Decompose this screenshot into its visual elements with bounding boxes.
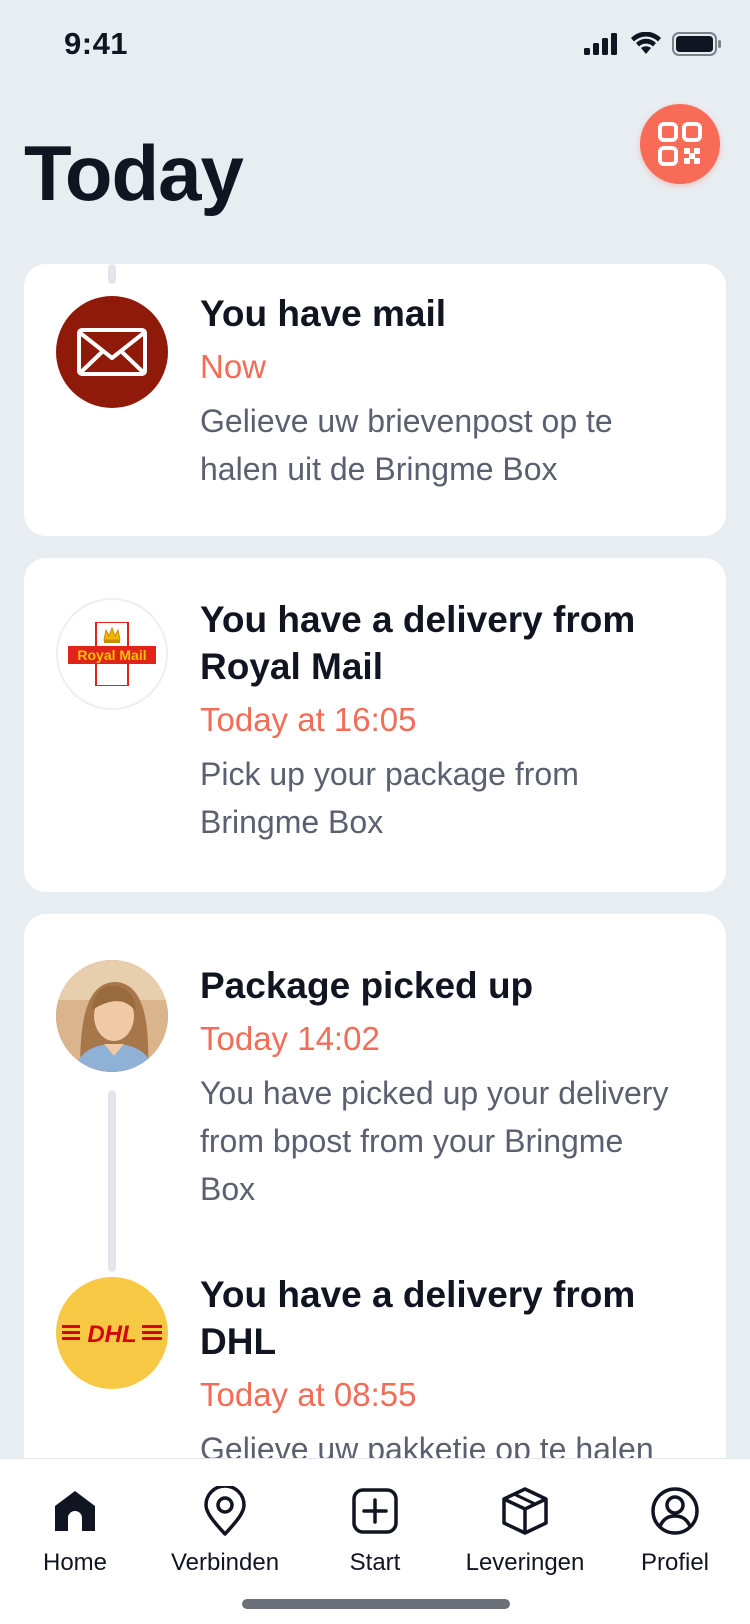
- dhl-avatar: DHL: [56, 1277, 168, 1389]
- battery-icon: [672, 32, 721, 56]
- notification-card[interactable]: Royal Mail You have a delivery from Roya…: [24, 558, 726, 892]
- feed-entry-mail: You have mail Now Gelieve uw brievenpost…: [24, 264, 726, 493]
- entry-time: Today 14:02: [200, 1020, 380, 1057]
- entry-time: Today at 16:05: [200, 701, 417, 738]
- user-photo: [56, 960, 168, 1072]
- nav-item-verbinden[interactable]: Verbinden: [150, 1483, 300, 1577]
- nav-item-leveringen[interactable]: Leveringen: [450, 1483, 600, 1577]
- envelope-icon: [77, 328, 147, 376]
- feed-entry-royal-mail: Royal Mail You have a delivery from Roya…: [24, 558, 726, 846]
- royal-mail-avatar: Royal Mail: [56, 598, 168, 710]
- nav-item-start[interactable]: Start: [300, 1483, 450, 1577]
- nav-item-home[interactable]: Home: [0, 1483, 150, 1577]
- plus-square-icon: [352, 1488, 398, 1534]
- qr-code-button[interactable]: [640, 104, 720, 184]
- page-title: Today: [24, 129, 244, 217]
- entry-time: Now: [200, 348, 267, 385]
- nav-label: Profiel: [640, 1549, 710, 1576]
- entry-title: You have a delivery from DHL: [200, 1274, 636, 1362]
- location-pin-icon: [204, 1486, 246, 1536]
- notification-card[interactable]: You have mail Now Gelieve uw brievenpost…: [24, 264, 726, 536]
- status-bar: 9:41: [0, 0, 750, 92]
- status-time: 9:41: [64, 26, 129, 61]
- feed-entry-dhl[interactable]: DHL You have a delivery from DHL Today a…: [24, 1213, 726, 1473]
- package-icon: [502, 1487, 548, 1535]
- royal-mail-logo: Royal Mail: [68, 622, 156, 686]
- app-screen: 9:41 Today You have mail Now Gelieve uw …: [0, 0, 750, 1624]
- activity-feed: You have mail Now Gelieve uw brievenpost…: [24, 264, 726, 1556]
- wifi-icon: [631, 32, 661, 54]
- mail-avatar: [56, 296, 168, 408]
- user-circle-icon: [651, 1487, 699, 1535]
- entry-title: Package picked up: [200, 965, 534, 1006]
- cellular-signal-icon: [584, 33, 617, 55]
- entry-time: Today at 08:55: [200, 1376, 417, 1413]
- entry-description: Gelieve uw brievenpost op te halen uit d…: [200, 403, 613, 487]
- nav-label: Leveringen: [465, 1549, 585, 1576]
- home-icon: [55, 1491, 95, 1531]
- royal-mail-logo-text: Royal Mail: [77, 647, 146, 663]
- entry-title: You have mail: [200, 293, 447, 334]
- notification-card[interactable]: Package picked up Today 14:02 You have p…: [24, 914, 726, 1534]
- feed-entry-picked-up[interactable]: Package picked up Today 14:02 You have p…: [24, 914, 726, 1213]
- nav-item-profiel[interactable]: Profiel: [600, 1483, 750, 1577]
- nav-label: Verbinden: [170, 1549, 280, 1576]
- entry-description: Pick up your package from Bringme Box: [200, 756, 579, 840]
- nav-label: Home: [42, 1549, 108, 1576]
- status-icons: [584, 32, 722, 56]
- nav-label: Start: [349, 1549, 401, 1576]
- entry-description: You have picked up your delivery from bp…: [200, 1075, 669, 1207]
- dhl-logo: DHL: [62, 1321, 162, 1348]
- bottom-nav: Home Verbinden Start Leveringen Profiel: [0, 1458, 750, 1624]
- entry-title: You have a delivery from Royal Mail: [200, 599, 636, 687]
- qr-code-icon: [658, 122, 702, 166]
- dhl-logo-text: DHL: [87, 1321, 136, 1348]
- user-avatar: [56, 960, 168, 1072]
- home-indicator: [242, 1599, 510, 1609]
